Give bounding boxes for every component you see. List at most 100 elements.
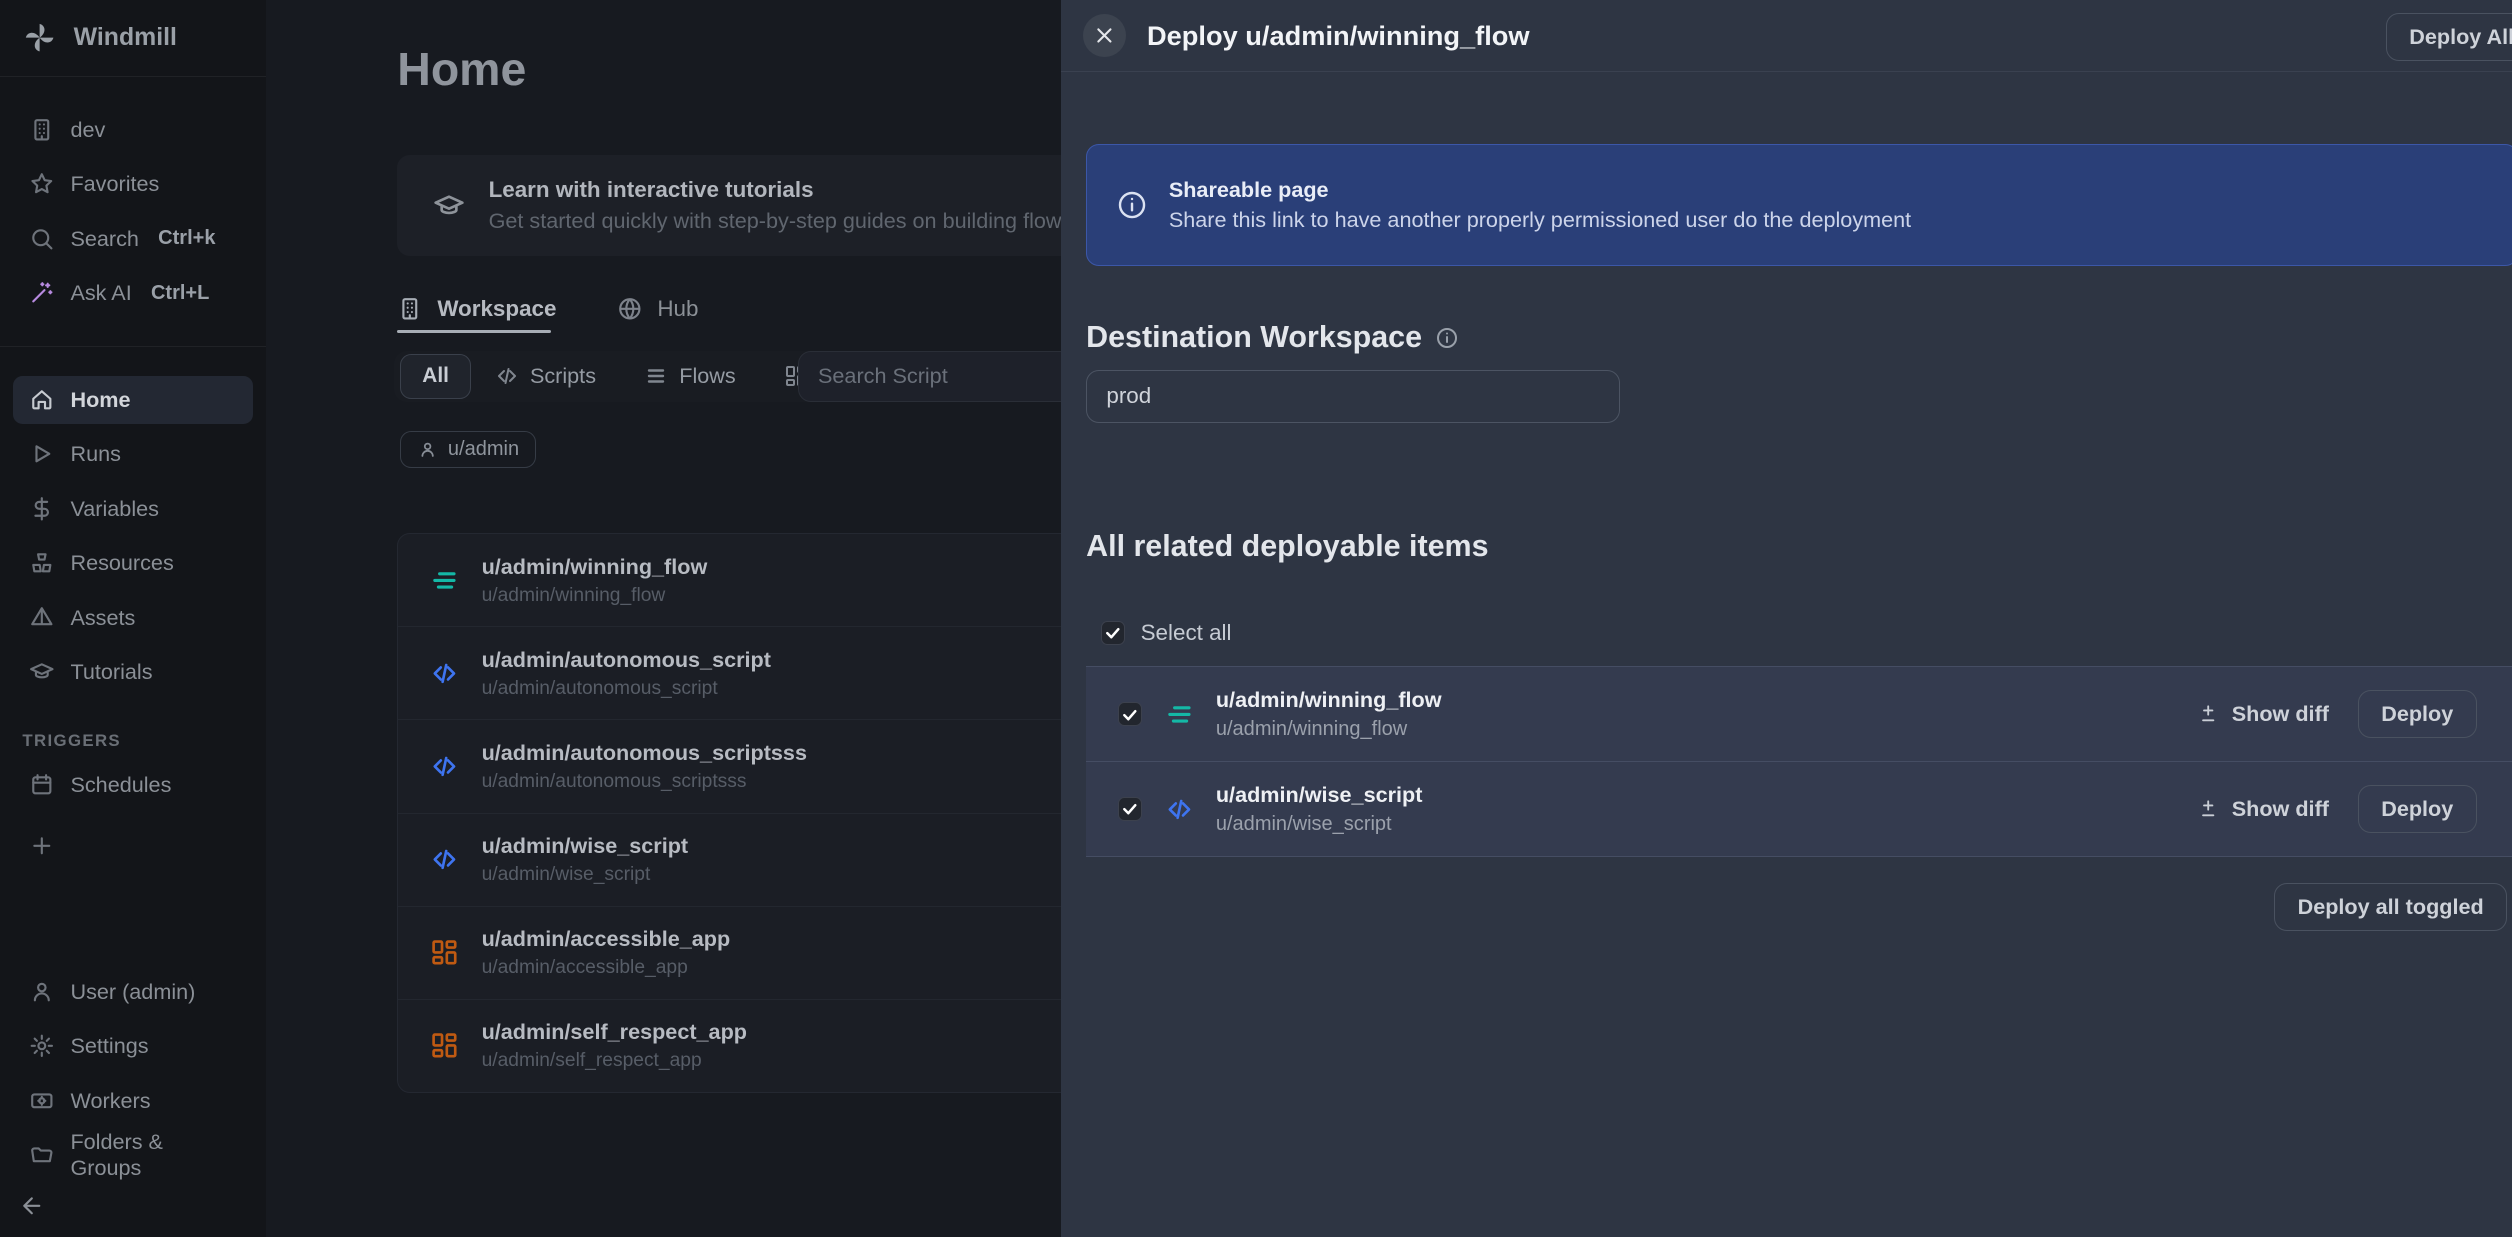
- item-checkbox[interactable]: [1118, 702, 1142, 726]
- close-icon: [1094, 25, 1115, 46]
- deploy-drawer: Deploy u/admin/winning_flow Deploy All S…: [1061, 0, 2512, 1237]
- deploy-all-button[interactable]: Deploy All: [2386, 13, 2512, 61]
- sidebar-item-label: User (admin): [70, 979, 195, 1005]
- globe-icon: [617, 296, 643, 322]
- sidebar: Windmill dev Favorites Search Ctrl+: [0, 0, 266, 1237]
- tutorial-title: Learn with interactive tutorials: [489, 177, 1153, 203]
- sidebar-item-label: Home: [70, 387, 130, 413]
- tab-hub[interactable]: Hub: [617, 296, 698, 322]
- plus-minus-icon: [2197, 703, 2219, 725]
- magic-wand-icon: [29, 280, 55, 306]
- sidebar-item-assets[interactable]: Assets: [13, 594, 253, 642]
- arrow-left-icon: [19, 1193, 45, 1219]
- active-tab-underline: [397, 330, 551, 333]
- sidebar-collapse-button[interactable]: [0, 1185, 266, 1227]
- sidebar-item-ask-ai[interactable]: Ask AI Ctrl+L: [13, 269, 253, 317]
- ask-ai-shortcut: Ctrl+L: [151, 282, 209, 305]
- banner-text: Share this link to have another properly…: [1169, 207, 1911, 233]
- close-button[interactable]: [1083, 14, 1126, 57]
- show-diff-button[interactable]: Show diff: [2197, 701, 2329, 727]
- item-path: u/admin/wise_script: [1216, 813, 1423, 836]
- item-path: u/admin/self_respect_app: [482, 1050, 747, 1072]
- show-diff-label: Show diff: [2232, 796, 2329, 822]
- sidebar-item-runs[interactable]: Runs: [13, 430, 253, 478]
- sidebar-item-label: Workers: [70, 1088, 150, 1114]
- show-diff-button[interactable]: Show diff: [2197, 796, 2329, 822]
- item-path: u/admin/accessible_app: [482, 957, 731, 979]
- sidebar-item-label: Ask AI: [70, 280, 131, 306]
- sidebar-item-user[interactable]: User (admin): [13, 968, 253, 1016]
- sidebar-bottom-group: User (admin) Settings Workers Folders & …: [0, 939, 266, 1237]
- row-actions: Show diff Deploy: [2197, 690, 2477, 738]
- app-logo[interactable]: Windmill: [0, 0, 266, 77]
- owner-filter-label: u/admin: [448, 438, 519, 461]
- sidebar-item-home[interactable]: Home: [13, 376, 253, 424]
- script-icon: [430, 845, 459, 874]
- sidebar-add-trigger-button[interactable]: [13, 822, 253, 870]
- owner-filter-chip[interactable]: u/admin: [400, 431, 536, 468]
- building-icon: [397, 296, 423, 322]
- page-title: Home: [397, 42, 526, 96]
- item-name: u/admin/winning_flow: [482, 554, 708, 580]
- deploy-row-wise-script: u/admin/wise_script u/admin/wise_script …: [1086, 762, 2512, 856]
- deploy-row-winning-flow: u/admin/winning_flow u/admin/winning_flo…: [1086, 667, 2512, 762]
- tab-workspace[interactable]: Workspace: [397, 296, 556, 322]
- star-icon: [29, 171, 55, 197]
- tutorial-subtitle: Get started quickly with step-by-step gu…: [489, 208, 1153, 234]
- filter-all[interactable]: All: [400, 354, 470, 399]
- item-path: u/admin/autonomous_script: [482, 678, 771, 700]
- folder-icon: [29, 1142, 55, 1168]
- search-icon: [29, 226, 55, 252]
- filter-flows[interactable]: Flows: [620, 363, 760, 389]
- heading-label: All related deployable items: [1086, 529, 1488, 564]
- row-actions: Show diff Deploy: [2197, 785, 2477, 833]
- select-all-control[interactable]: Select all: [1101, 620, 1232, 646]
- destination-workspace-input[interactable]: [1086, 370, 1619, 423]
- deploy-item-button[interactable]: Deploy: [2358, 785, 2477, 833]
- sidebar-item-label: Assets: [70, 605, 135, 631]
- sidebar-item-tutorials[interactable]: Tutorials: [13, 648, 253, 696]
- dollar-icon: [29, 496, 55, 522]
- user-icon: [418, 440, 437, 459]
- flow-icon: [430, 566, 459, 595]
- sidebar-item-schedules[interactable]: Schedules: [13, 761, 253, 809]
- calendar-icon: [29, 772, 55, 798]
- sidebar-top-group: dev Favorites Search Ctrl+k Ask AI: [0, 77, 266, 324]
- deploy-all-toggled-button[interactable]: Deploy all toggled: [2274, 883, 2507, 931]
- sidebar-item-search[interactable]: Search Ctrl+k: [13, 215, 253, 263]
- deployable-items-list: u/admin/winning_flow u/admin/winning_flo…: [1086, 666, 2512, 857]
- select-all-label: Select all: [1141, 620, 1232, 646]
- triggers-caption: TRIGGERS: [22, 731, 266, 751]
- sidebar-item-label: Tutorials: [70, 659, 152, 685]
- item-name: u/admin/winning_flow: [1216, 687, 1442, 713]
- sidebar-item-favorites[interactable]: Favorites: [13, 160, 253, 208]
- sidebar-item-label: Settings: [70, 1033, 148, 1059]
- boxes-icon: [29, 550, 55, 576]
- sidebar-item-workspace-dev[interactable]: dev: [13, 106, 253, 154]
- sidebar-item-folders-groups[interactable]: Folders & Groups: [13, 1131, 253, 1179]
- item-name: u/admin/autonomous_script: [482, 647, 771, 673]
- item-path: u/admin/winning_flow: [1216, 718, 1442, 741]
- select-all-checkbox[interactable]: [1101, 621, 1125, 645]
- info-icon: [1116, 189, 1148, 221]
- filter-scripts[interactable]: Scripts: [471, 363, 620, 389]
- sidebar-item-settings[interactable]: Settings: [13, 1022, 253, 1070]
- user-icon: [29, 979, 55, 1005]
- home-tabs: Workspace Hub: [397, 287, 698, 332]
- item-checkbox[interactable]: [1118, 797, 1142, 821]
- building-icon: [29, 117, 55, 143]
- script-icon: [430, 659, 459, 688]
- sidebar-item-label: Resources: [70, 550, 173, 576]
- drawer-title: Deploy u/admin/winning_flow: [1147, 20, 1530, 52]
- deploy-item-button[interactable]: Deploy: [2358, 690, 2477, 738]
- sidebar-item-workers[interactable]: Workers: [13, 1077, 253, 1125]
- sidebar-item-resources[interactable]: Resources: [13, 539, 253, 587]
- script-icon: [430, 752, 459, 781]
- app-icon: [430, 1031, 459, 1060]
- windmill-app: Windmill dev Favorites Search Ctrl+: [0, 0, 2512, 1237]
- plus-minus-icon: [2197, 798, 2219, 820]
- app-title: Windmill: [74, 24, 177, 52]
- sidebar-item-variables[interactable]: Variables: [13, 485, 253, 533]
- item-name: u/admin/autonomous_scriptsss: [482, 740, 807, 766]
- search-shortcut: Ctrl+k: [158, 227, 215, 250]
